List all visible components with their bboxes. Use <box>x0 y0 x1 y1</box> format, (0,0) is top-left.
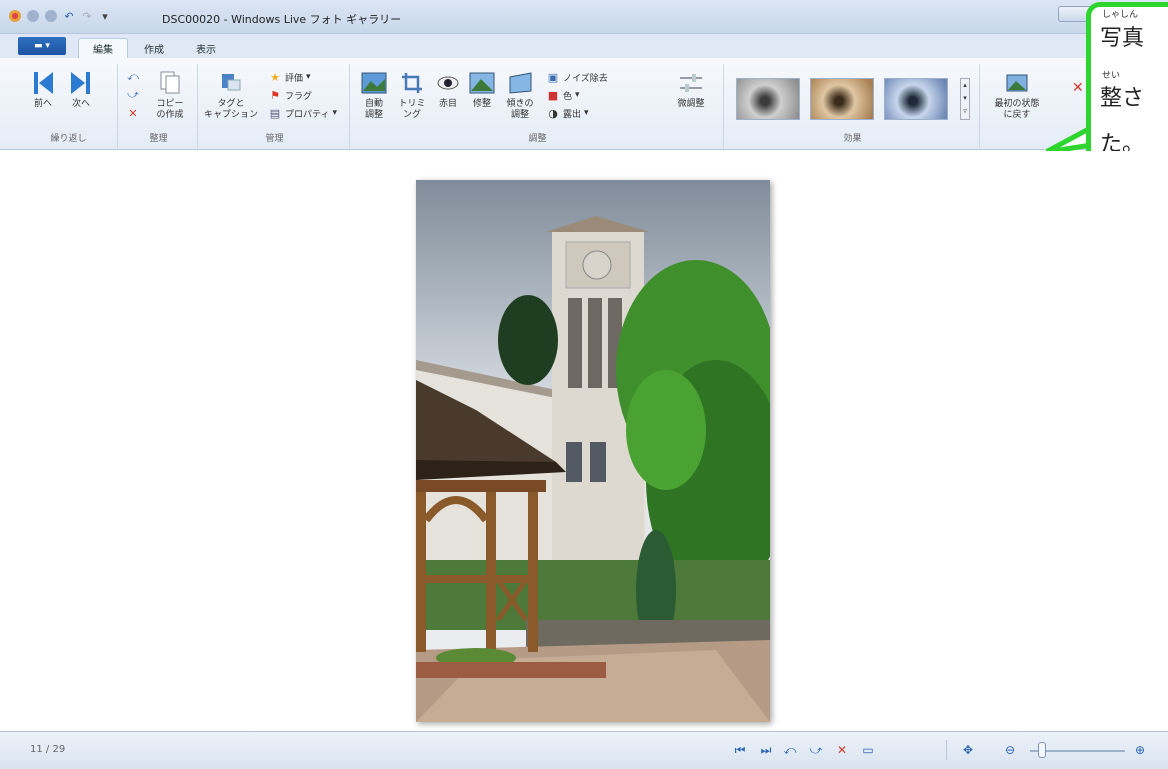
rotate-left-icon: ⤺ <box>127 70 139 83</box>
eye-icon <box>435 70 461 96</box>
straighten-icon <box>507 70 533 96</box>
photo-counter: 11 / 29 <box>30 744 66 755</box>
redo-icon[interactable]: ↷ <box>80 9 94 23</box>
rotate-right-button[interactable]: ⤻ <box>126 88 140 102</box>
next-icon <box>68 70 94 96</box>
retouch-icon <box>469 70 495 96</box>
effect-thumb-cyan[interactable] <box>884 78 948 120</box>
tab-edit[interactable]: 編集 <box>78 38 128 58</box>
callout-line-2: 整さ <box>1100 86 1145 111</box>
slideshow-icon[interactable]: ▭ <box>860 742 876 758</box>
prev-button[interactable]: 前へ <box>26 70 60 110</box>
fine-tune-button[interactable]: 微調整 <box>668 70 714 110</box>
callout-ruby-1: しゃしん <box>1102 10 1139 20</box>
close-icon[interactable]: ✕ <box>1072 80 1084 96</box>
tab-create[interactable]: 作成 <box>130 38 178 58</box>
delete-button[interactable]: ✕ <box>126 106 140 120</box>
group-manage: タグと キャプション ★ 評価 ▾ ⚑ フラグ ▤ プロパティ ▾ 管理 <box>200 64 350 148</box>
group-label-organize: 整理 <box>149 134 168 144</box>
status-bar: 11 / 29 ⏮ ⏭ ⤺ ⤻ ✕ ▭ ✥ ⊖ ⊕ <box>0 731 1168 769</box>
group-label-manage: 管理 <box>265 134 284 144</box>
next-button[interactable]: 次へ <box>64 70 98 110</box>
properties-icon: ▤ <box>269 106 281 120</box>
tag-caption-button[interactable]: タグと キャプション <box>200 70 262 121</box>
prev-icon <box>30 70 56 96</box>
back-icon[interactable] <box>26 9 40 23</box>
customize-qat-icon[interactable]: ▾ <box>98 9 112 23</box>
zoom-slider-thumb[interactable] <box>1038 742 1046 758</box>
next-icon[interactable]: ⏭ <box>758 742 774 758</box>
delete-icon[interactable]: ✕ <box>834 742 850 758</box>
rotate-left-button[interactable]: ⤺ <box>126 70 140 84</box>
group-label-navigate: 繰り返し <box>50 134 87 144</box>
tag-icon <box>218 70 244 96</box>
quick-access-toolbar: ↶ ↷ ▾ <box>8 9 112 23</box>
straighten-button[interactable]: 傾きの 調整 <box>500 70 540 121</box>
copy-button[interactable]: コピー の作成 <box>148 70 192 121</box>
redeye-button[interactable]: 赤目 <box>432 70 464 110</box>
group-effects: ▴ ▾ ▿ 効果 <box>726 64 980 148</box>
sliders-icon <box>678 70 704 96</box>
color-button[interactable]: ■ 色 ▾ <box>546 88 580 102</box>
chevron-down-icon: ▾ <box>575 90 580 100</box>
group-organize: ⤺ ⤻ ✕ コピー の作成 整理 <box>120 64 198 148</box>
fit-icon[interactable]: ✥ <box>960 742 976 758</box>
exposure-button[interactable]: ◑ 露出 ▾ <box>546 106 589 120</box>
noise-icon: ▣ <box>547 70 559 84</box>
effect-thumb-sepia[interactable] <box>810 78 874 120</box>
forward-icon[interactable] <box>44 9 58 23</box>
group-label-effects: 効果 <box>843 134 862 144</box>
revert-button[interactable]: 最初の状態 に戻す <box>984 70 1050 121</box>
effect-thumb-bw[interactable] <box>736 78 800 120</box>
chevron-down-icon: ▾ <box>332 108 337 118</box>
ribbon: 前へ 次へ 繰り返し ⤺ ⤻ ✕ コピー の作成 整理 タグと キャプション ★… <box>0 58 1168 150</box>
crop-icon <box>399 70 425 96</box>
zoom-in-icon[interactable]: ⊕ <box>1132 742 1148 758</box>
star-icon: ★ <box>270 70 280 84</box>
window-title: DSC00020 - Windows Live フォト ギャラリー <box>162 13 402 26</box>
auto-adjust-button[interactable]: 自動 調整 <box>356 70 392 121</box>
rating-button[interactable]: ★ 評価 ▾ <box>268 70 311 84</box>
chevron-down-icon: ▾ <box>306 72 311 82</box>
group-label-adjust: 調整 <box>528 134 547 144</box>
rotate-left-icon[interactable]: ⤺ <box>782 742 798 758</box>
retouch-button[interactable]: 修整 <box>466 70 498 110</box>
crop-button[interactable]: トリミ ング <box>394 70 430 121</box>
exposure-icon: ◑ <box>548 106 558 120</box>
app-menu-button[interactable]: ▬ ▾ <box>18 37 66 55</box>
rotate-right-icon: ⤻ <box>127 88 139 101</box>
delete-icon: ✕ <box>128 106 138 120</box>
app-icon <box>8 9 22 23</box>
rotate-right-icon[interactable]: ⤻ <box>808 742 824 758</box>
prev-icon[interactable]: ⏮ <box>732 742 748 758</box>
undo-icon[interactable]: ↶ <box>62 9 76 23</box>
divider <box>946 740 947 760</box>
color-icon: ■ <box>547 88 559 102</box>
chevron-down-icon: ▾ <box>584 108 589 118</box>
copy-icon <box>157 70 183 96</box>
group-navigate: 前へ 次へ 繰り返し <box>20 64 118 148</box>
callout-line-1: 写真 <box>1100 26 1145 51</box>
group-adjust: 自動 調整 トリミ ング 赤目 修整 傾きの 調整 ▣ ノイズ除去 ■ 色 ▾ … <box>352 64 724 148</box>
flag-button[interactable]: ⚑ フラグ <box>268 88 312 102</box>
title-bar: ↶ ↷ ▾ DSC00020 - Windows Live フォト ギャラリー <box>0 0 1168 34</box>
tab-view[interactable]: 表示 <box>182 38 230 58</box>
properties-button[interactable]: ▤ プロパティ ▾ <box>268 106 337 120</box>
effects-gallery-scroll[interactable]: ▴ ▾ ▿ <box>960 78 970 120</box>
revert-icon <box>1004 70 1030 96</box>
photo-image[interactable] <box>416 180 770 722</box>
auto-adjust-icon <box>361 70 387 96</box>
ribbon-tabs: ▬ ▾ 編集 作成 表示 <box>0 34 1168 58</box>
zoom-out-icon[interactable]: ⊖ <box>1002 742 1018 758</box>
flag-icon: ⚑ <box>270 88 280 102</box>
noise-button[interactable]: ▣ ノイズ除去 <box>546 70 608 84</box>
